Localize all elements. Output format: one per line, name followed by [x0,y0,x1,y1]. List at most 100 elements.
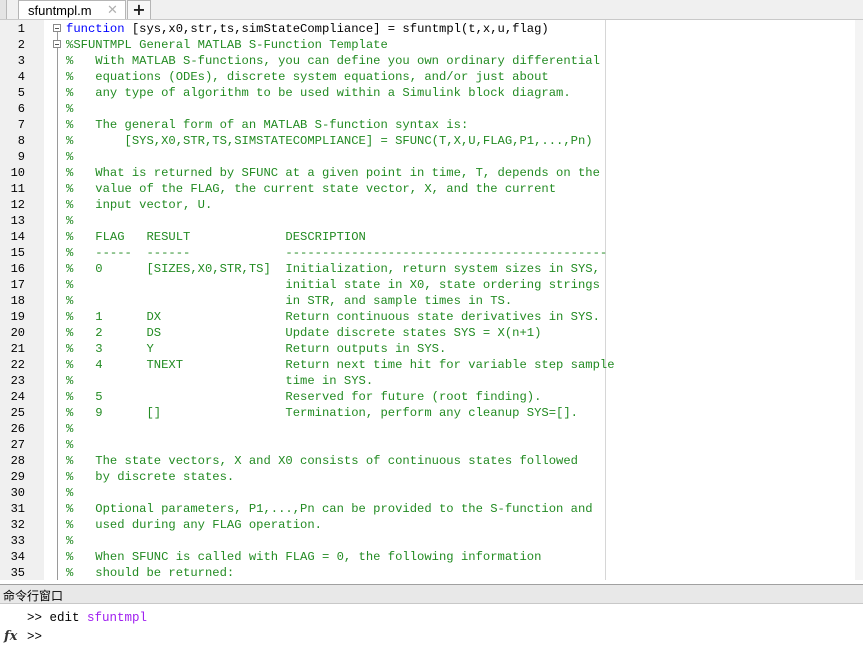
new-tab-plus-icon[interactable]: + [127,0,151,19]
line-number: 26 [10,422,25,436]
code-text: % 4 TNEXT Return next time hit for varia… [66,357,615,373]
comment-token: % [66,102,74,116]
code-text: % [66,533,73,549]
code-text: % Optional parameters, P1,...,Pn can be … [66,501,593,517]
code-line[interactable]: 34 % When SFUNC is called with FLAG = 0, … [0,549,863,565]
code-line[interactable]: 31 % Optional parameters, P1,...,Pn can b… [0,501,863,517]
code-line[interactable]: 33% [0,533,863,549]
code-line[interactable]: 14 % FLAG RESULT DESCRIPTION [0,229,863,245]
comment-token: % value of the FLAG, the current state v… [66,182,557,196]
line-number: 20 [10,326,25,340]
code-text: % 9 [] Termination, perform any cleanup … [66,405,578,421]
code-line[interactable]: 1 function [sys,x0,str,ts,simStateComplia… [0,21,863,37]
function-browser-icon[interactable]: fx [4,629,17,644]
code-line[interactable]: 2 %SFUNTMPL General MATLAB S-Function Tem… [0,37,863,53]
code-line[interactable]: 3 % With MATLAB S-functions, you can defi… [0,53,863,69]
line-number: 3 [17,54,25,68]
code-text: % [66,213,73,229]
code-line[interactable]: 28 % The state vectors, X and X0 consists… [0,453,863,469]
command-window-header: 命令行窗口 [0,585,863,604]
line-number: 35 [10,566,25,580]
line-number: 34 [10,550,25,564]
tab-sfuntmpl[interactable]: sfuntmpl.m ✕ [18,0,126,19]
code-text: %SFUNTMPL General MATLAB S-Function Temp… [66,37,388,53]
code-text: % 3 Y Return outputs in SYS. [66,341,446,357]
line-number: 9 [17,150,25,164]
line-number: 23 [10,374,25,388]
line-number: 4 [17,70,25,84]
code-line[interactable]: 15 % ----- ------ -----------------------… [0,245,863,261]
comment-token: % FLAG RESULT DESCRIPTION [66,230,366,244]
code-line[interactable]: 21 % 3 Y Return outputs in SYS. [0,341,863,357]
code-line[interactable]: 20 % 2 DS Update discrete states SYS = X(… [0,325,863,341]
line-number: 8 [17,134,25,148]
comment-token: % [SYS,X0,STR,TS,SIMSTATECOMPLIANCE] = S… [66,134,593,148]
close-icon[interactable]: ✕ [107,3,118,18]
comment-token: % in STR, and sample times in TS. [66,294,513,308]
comment-token: % With MATLAB S-functions, you can defin… [66,54,600,68]
code-text: % [66,149,73,165]
code-line[interactable]: 22 % 4 TNEXT Return next time hit for var… [0,357,863,373]
line-number: 32 [10,518,25,532]
code-line[interactable]: 13% [0,213,863,229]
code-line[interactable]: 35 % should be returned: [0,565,863,580]
command-input-line[interactable]: >> [27,630,42,644]
code-text: % [66,421,73,437]
comment-token: % 1 DX Return continuous state derivativ… [66,310,600,324]
code-line[interactable]: 23 % time in SYS. [0,373,863,389]
comment-token: % What is returned by SFUNC at a given p… [66,166,600,180]
line-number: 22 [10,358,25,372]
vertical-scrollbar[interactable] [855,20,863,580]
code-line[interactable]: 30% [0,485,863,501]
prompt: >> [27,611,50,625]
code-line[interactable]: 7 % The general form of an MATLAB S-funct… [0,117,863,133]
code-line[interactable]: 11 % value of the FLAG, the current state… [0,181,863,197]
code-text: % When SFUNC is called with FLAG = 0, th… [66,549,541,565]
comment-token: % [66,422,74,436]
line-number: 24 [10,390,25,404]
code-line[interactable]: 27% [0,437,863,453]
line-number: 5 [17,86,25,100]
code-line[interactable]: 16 % 0 [SIZES,X0,STR,TS] Initialization, … [0,261,863,277]
line-number: 16 [10,262,25,276]
code-line[interactable]: 32 % used during any FLAG operation. [0,517,863,533]
code-line[interactable]: 5 % any type of algorithm to be used with… [0,85,863,101]
code-text: % any type of algorithm to be used withi… [66,85,571,101]
line-number: 18 [10,294,25,308]
comment-token: % 0 [SIZES,X0,STR,TS] Initialization, re… [66,262,600,276]
code-editor[interactable]: 1 function [sys,x0,str,ts,simStateComplia… [0,20,863,580]
line-number: 15 [10,246,25,260]
code-text: % 1 DX Return continuous state derivativ… [66,309,600,325]
comment-token: % [66,438,74,452]
code-text: % should be returned: [66,565,234,580]
code-line[interactable]: 18 % in STR, and sample times in TS. [0,293,863,309]
code-line[interactable]: 4 % equations (ODEs), discrete system equ… [0,69,863,85]
comment-token: % 9 [] Termination, perform any cleanup … [66,406,578,420]
line-number: 17 [10,278,25,292]
code-line[interactable]: 6% [0,101,863,117]
line-number: 28 [10,454,25,468]
command-window[interactable]: 命令行窗口 >> edit sfuntmpl fx >> [0,584,863,654]
code-line[interactable]: 8 % [SYS,X0,STR,TS,SIMSTATECOMPLIANCE] = … [0,133,863,149]
code-line[interactable]: 9% [0,149,863,165]
code-line[interactable]: 24 % 5 Reserved for future (root finding)… [0,389,863,405]
fold-toggle-icon[interactable] [53,40,61,48]
code-line[interactable]: 12 % input vector, U. [0,197,863,213]
code-line[interactable]: 25 % 9 [] Termination, perform any cleanu… [0,405,863,421]
code-line[interactable]: 26% [0,421,863,437]
code-line[interactable]: 19 % 1 DX Return continuous state derivat… [0,309,863,325]
fold-toggle-icon[interactable] [53,24,61,32]
comment-token: %SFUNTMPL General MATLAB S-Function Temp… [66,38,388,52]
comment-token: % 4 TNEXT Return next time hit for varia… [66,358,615,372]
line-number: 33 [10,534,25,548]
line-number: 13 [10,214,25,228]
code-line[interactable]: 29 % by discrete states. [0,469,863,485]
tab-label: sfuntmpl.m [28,3,92,18]
editor-tab-bar: sfuntmpl.m ✕ + [0,0,863,20]
comment-token: % The general form of an MATLAB S-functi… [66,118,469,132]
line-number: 25 [10,406,25,420]
code-line[interactable]: 10 % What is returned by SFUNC at a given… [0,165,863,181]
code-line[interactable]: 17 % initial state in X0, state ordering … [0,277,863,293]
line-number: 2 [17,38,25,52]
code-text: % used during any FLAG operation. [66,517,322,533]
